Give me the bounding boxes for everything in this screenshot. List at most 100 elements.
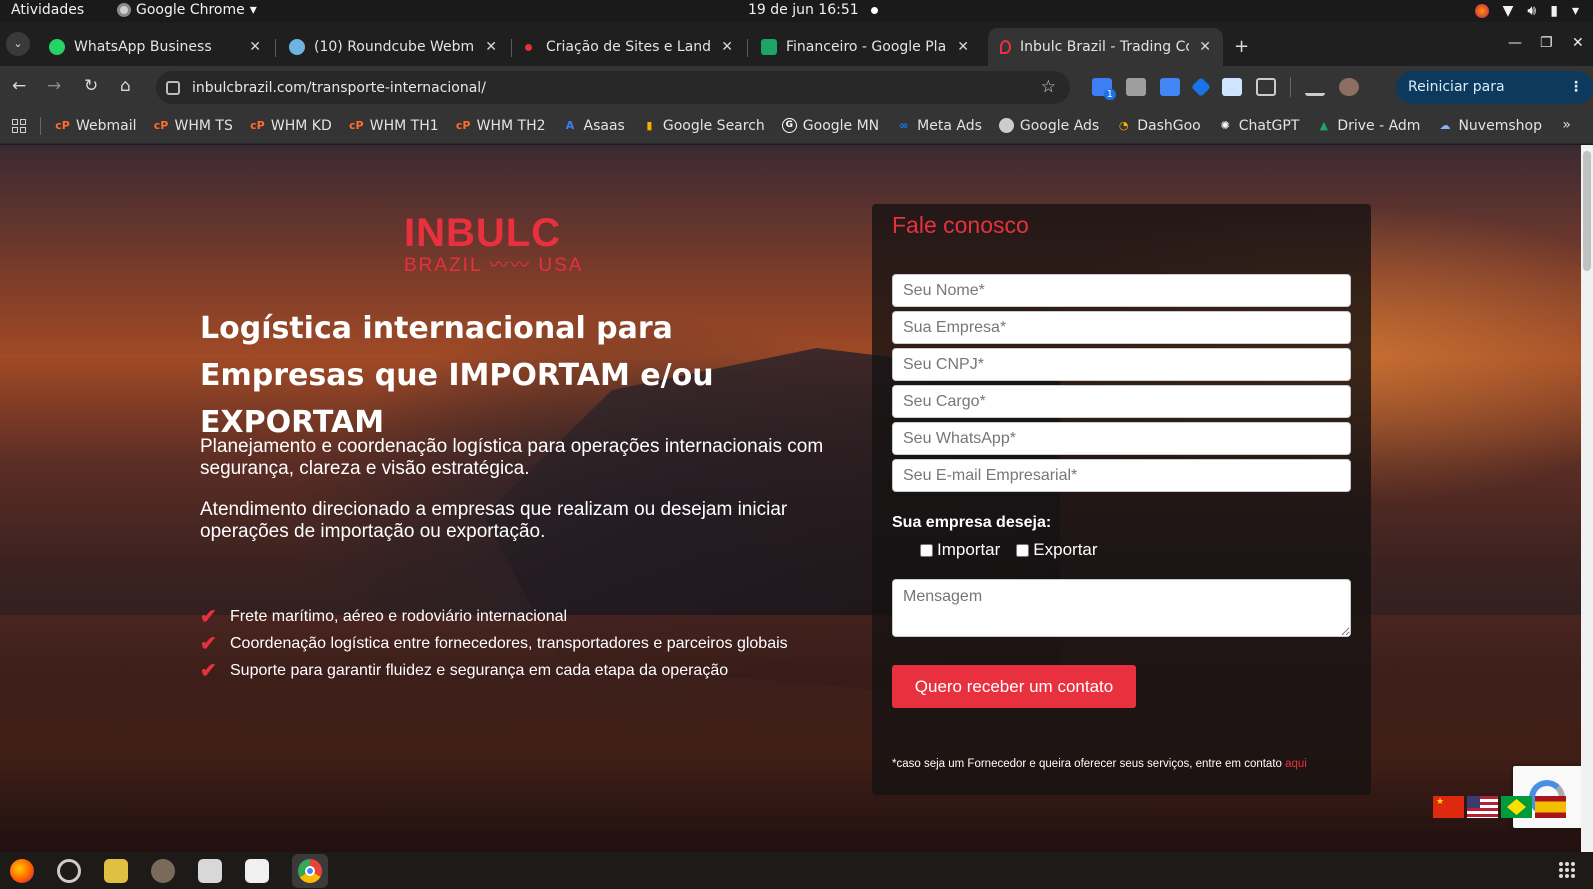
company-field[interactable] — [892, 311, 1351, 344]
role-field[interactable] — [892, 385, 1351, 418]
home-button[interactable]: ⌂ — [120, 76, 131, 96]
export-checkbox[interactable] — [1016, 543, 1030, 557]
bookmark-meta-ads[interactable]: ∞ Meta Ads — [896, 118, 982, 134]
forward-button[interactable]: → — [47, 76, 61, 96]
extensions-puzzle-icon[interactable] — [1256, 78, 1276, 96]
spain-flag-icon[interactable] — [1535, 796, 1566, 818]
name-field[interactable] — [892, 274, 1351, 307]
translate-extension-icon[interactable] — [1160, 78, 1180, 96]
hero-paragraph-1: Planejamento e coordenação logística par… — [200, 436, 824, 479]
clock[interactable]: 19 de jun 16:51 — [748, 2, 878, 18]
bookmark-dashgoo[interactable]: ◔ DashGoo — [1116, 118, 1201, 134]
chatgpt-icon: ✺ — [1220, 119, 1230, 132]
bookmark-drive-adm[interactable]: ▲ Drive - Adm — [1316, 118, 1421, 134]
bookmark-asaas[interactable]: A Asaas — [563, 118, 625, 134]
scrollbar-thumb[interactable] — [1583, 151, 1591, 271]
download-icon[interactable] — [1305, 78, 1325, 96]
cpanel-icon: cP — [348, 119, 364, 132]
close-icon[interactable]: ✕ — [1199, 39, 1211, 55]
firefox-icon[interactable] — [10, 858, 34, 883]
screen-capture-icon[interactable] — [1222, 78, 1242, 96]
cnpj-field[interactable] — [892, 348, 1351, 381]
tab-inbulc[interactable]: Inbulc Brazil - Trading Co ✕ — [988, 28, 1223, 66]
tab-whatsapp[interactable]: WhatsApp Business ✕ — [37, 28, 273, 66]
bookmark-whm-th2[interactable]: cP WHM TH2 — [456, 118, 546, 134]
system-tray[interactable]: ▼ 🔊︎ ▮ ▾ — [1474, 3, 1579, 19]
tab-roundcube[interactable]: (10) Roundcube Webmai ✕ — [277, 28, 509, 66]
inbulc-logo[interactable]: INBULC BRAZIL 〰〰 USA — [404, 211, 583, 277]
tag-extension-icon[interactable] — [1191, 77, 1211, 97]
bookmark-google-mn[interactable]: G Google MN — [781, 118, 879, 134]
app-menu[interactable]: Google Chrome ▾ — [117, 2, 257, 18]
message-field[interactable] — [892, 579, 1351, 637]
export-option[interactable]: Exportar — [1016, 540, 1098, 560]
bookmark-webmail[interactable]: cP Webmail — [55, 118, 136, 134]
extension-badge-icon[interactable]: 1 — [1092, 78, 1116, 100]
email-field[interactable] — [892, 459, 1351, 492]
brazil-flag-icon[interactable] — [1501, 796, 1532, 818]
whatsapp-field[interactable] — [892, 422, 1351, 455]
sheets-icon — [761, 39, 777, 55]
site-info-icon[interactable] — [166, 80, 180, 95]
tab-criacao-sites[interactable]: Criação de Sites e Landin ✕ — [513, 28, 745, 66]
minimize-button[interactable]: — — [1508, 35, 1522, 51]
bookmark-whm-th1[interactable]: cP WHM TH1 — [349, 118, 439, 134]
list-item: ✔ Coordenação logística entre fornecedore… — [200, 633, 788, 655]
form-title: Fale conosco — [892, 212, 1029, 238]
import-option[interactable]: Importar — [920, 540, 1000, 560]
extension-badge-count: 1 — [1103, 89, 1116, 100]
logo-sub-text: BRAZIL 〰〰 USA — [404, 255, 584, 276]
close-icon[interactable]: ✕ — [485, 39, 497, 55]
language-flags — [1433, 796, 1566, 818]
close-icon[interactable]: ✕ — [721, 39, 733, 55]
feature-list: ✔ Frete marítimo, aéreo e rodoviário inte… — [200, 603, 788, 684]
new-tab-button[interactable]: + — [1234, 36, 1249, 57]
usa-flag-icon[interactable] — [1467, 796, 1498, 818]
camera-extension-icon[interactable] — [1126, 78, 1146, 96]
notification-dot-icon — [870, 6, 878, 14]
bookmark-chatgpt[interactable]: ✺ ChatGPT — [1218, 118, 1300, 134]
reload-button[interactable]: ↻ — [84, 76, 98, 96]
gimp-icon[interactable] — [151, 858, 175, 883]
address-bar[interactable]: inbulcbrazil.com/transporte-internaciona… — [156, 71, 1070, 104]
supplier-contact-link[interactable]: aqui — [1285, 758, 1307, 770]
page-viewport: INBULC BRAZIL 〰〰 USA Logística internaci… — [0, 145, 1581, 852]
show-apps-icon[interactable] — [1559, 862, 1575, 878]
page-scrollbar[interactable] — [1581, 145, 1593, 852]
maximize-button[interactable]: ❐ — [1540, 35, 1553, 51]
bookmark-whm-ts[interactable]: cP WHM TS — [154, 118, 233, 134]
apps-grid-icon[interactable] — [12, 118, 26, 133]
close-icon[interactable]: ✕ — [249, 39, 261, 55]
spreadsheet-icon[interactable] — [104, 858, 128, 883]
url-text[interactable]: inbulcbrazil.com/transporte-internaciona… — [192, 80, 486, 96]
firefox-tray-icon[interactable] — [1474, 4, 1489, 18]
back-button[interactable]: ← — [12, 76, 26, 96]
google-icon: G — [781, 118, 797, 133]
more-menu-icon[interactable]: ⋮ — [1569, 71, 1583, 104]
hero-paragraph-2: Atendimento direcionado a empresas que r… — [200, 499, 788, 542]
activities-button[interactable]: Atividades — [11, 2, 84, 18]
import-checkbox[interactable] — [920, 543, 933, 557]
files-icon[interactable] — [198, 858, 222, 883]
bookmark-star-icon[interactable]: ☆ — [1041, 77, 1056, 97]
text-editor-icon[interactable] — [245, 858, 269, 883]
china-flag-icon[interactable] — [1433, 796, 1464, 818]
tab-search-button[interactable]: ⌄ — [6, 32, 30, 56]
close-window-button[interactable]: ✕ — [1572, 35, 1584, 51]
bookmark-google-search[interactable]: ▮ Google Search — [642, 118, 764, 134]
tab-financeiro[interactable]: Financeiro - Google Plan ✕ — [749, 28, 981, 66]
bookmark-google-ads[interactable]: Google Ads — [998, 118, 1099, 134]
bookmark-whm-kd[interactable]: cP WHM KD — [250, 118, 332, 134]
restart-to-update-button[interactable]: Reiniciar para atualizar ⋮ — [1396, 71, 1593, 128]
bookmarks-bar: cP Webmail cP WHM TS cP WHM KD cP WHM TH1 cP… — [0, 108, 1593, 144]
profile-avatar[interactable] — [1339, 78, 1359, 96]
settings-icon[interactable] — [57, 858, 81, 883]
tab-title: WhatsApp Business — [74, 39, 212, 55]
tab-strip: ⌄ WhatsApp Business ✕ (10) Roundcube Web… — [0, 22, 1593, 66]
chrome-dock-icon[interactable] — [292, 853, 328, 888]
close-icon[interactable]: ✕ — [957, 39, 969, 55]
submit-button[interactable]: Quero receber um contato — [892, 665, 1136, 708]
checkmark-icon: ✔ — [200, 660, 217, 682]
more-bookmarks-icon[interactable]: » — [1562, 117, 1571, 133]
bookmark-nuvemshop[interactable]: ☁ Nuvemshop — [1437, 118, 1542, 134]
